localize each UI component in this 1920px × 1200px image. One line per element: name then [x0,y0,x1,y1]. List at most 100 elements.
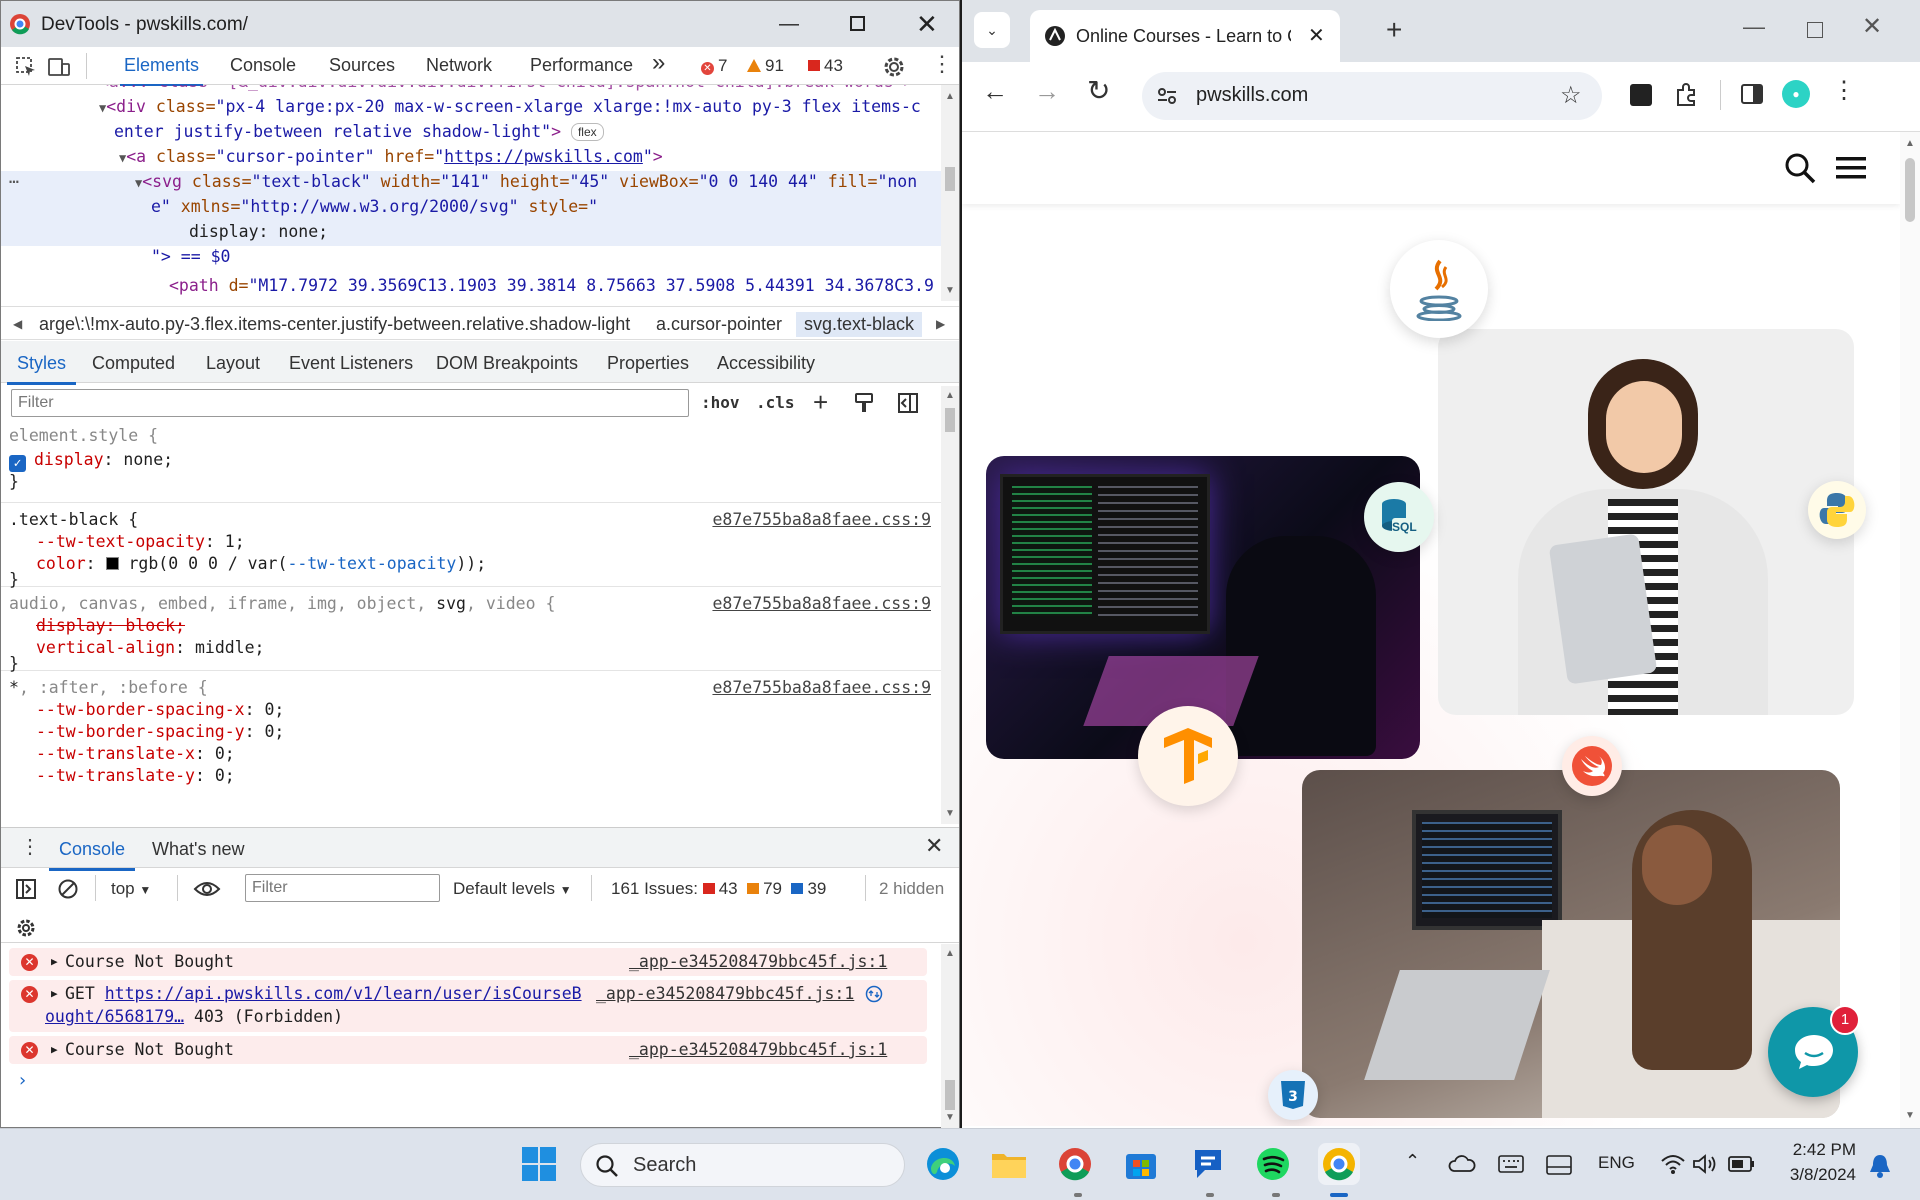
console-source-link[interactable]: _app-e345208479bbc45f.js:1 [629,1039,887,1061]
href-link[interactable]: https://pwskills.com [444,147,643,166]
context-selector[interactable]: top ▼ [111,879,151,899]
dom-line[interactable]: ▼<a class="cursor-pointer" href="https:/… [119,144,663,171]
request-url-link-cont[interactable]: ought/6568179… [45,1007,184,1026]
browser-menu-icon[interactable]: ⋮ [1832,76,1856,105]
file-explorer-icon[interactable] [988,1143,1030,1185]
tab-elements[interactable]: Elements [119,55,204,86]
breadcrumb-item[interactable]: arge\:\!mx-auto.py-3.flex.items-center.j… [39,314,630,335]
more-options-icon[interactable]: ⋮ [931,51,953,77]
new-rule-icon[interactable]: + [813,387,828,418]
breadcrumb-item-selected[interactable]: svg.text-black [796,312,923,337]
profile-avatar[interactable]: ● [1782,80,1810,108]
new-tab-button[interactable]: + [1386,14,1402,46]
console-source-link[interactable]: _app-e345208479bbc45f.js:1 [629,951,887,973]
drawer-tab-whats-new[interactable]: What's new [152,839,244,860]
chrome-taskbar-icon[interactable] [1054,1143,1096,1185]
node-actions-icon[interactable]: ⋯ [9,169,19,194]
more-tabs-button[interactable]: » [652,49,665,77]
clock-time[interactable]: 2:42 PM [1781,1140,1856,1160]
subtab-dom-breakpoints[interactable]: DOM Breakpoints [436,353,578,374]
issues-summary[interactable]: 161 Issues: 43 79 39 [611,879,826,899]
browser-maximize-button[interactable] [1807,22,1823,38]
reload-button[interactable]: ↻ [1087,74,1110,107]
request-url-link[interactable]: https://api.pwskills.com/v1/learn/user/i… [105,984,582,1003]
keyboard-icon[interactable] [1498,1155,1524,1173]
inspect-element-icon[interactable] [15,56,37,78]
console-error-row[interactable]: ✕ ▶ GET https://api.pwskills.com/v1/lear… [9,980,927,1032]
tab-performance[interactable]: Performance [530,55,633,76]
console-sidebar-icon[interactable] [15,878,37,900]
drawer-tab-console[interactable]: Console [48,839,136,871]
toggle-sidebar-icon[interactable] [897,392,919,414]
dom-line[interactable]: ▼<div class="px-4 large:px-20 max-w-scre… [99,94,921,121]
console-source-link[interactable]: _app-e345208479bbc45f.js:1 [596,983,854,1005]
console-error-row[interactable]: ✕ ▶ Course Not Bought _app-e345208479bbc… [9,1036,927,1064]
spotify-icon[interactable] [1252,1143,1294,1185]
show-hidden-icons-chevron-icon[interactable]: ⌃ [1405,1151,1420,1172]
hamburger-menu-icon[interactable] [1836,156,1866,180]
language-indicator[interactable]: ENG [1598,1153,1635,1173]
rule-source-link[interactable]: e87e755ba8a8faee.css:9 [712,677,931,699]
tab-search-button[interactable]: ⌄ [974,12,1010,48]
extension-icon[interactable] [1630,84,1652,106]
clock-date[interactable]: 3/8/2024 [1775,1165,1856,1185]
wifi-icon[interactable] [1660,1153,1686,1175]
css-declaration-overridden[interactable]: display: block; [36,615,185,637]
eye-icon[interactable] [193,879,221,899]
console-scrollbar[interactable]: ▲ ▼ [941,944,959,1128]
bookmark-star-icon[interactable]: ☆ [1560,81,1582,110]
warnings-counter[interactable]: 91 [747,56,784,76]
notification-bell-icon[interactable] [1868,1153,1892,1179]
color-swatch[interactable] [105,557,119,570]
device-toolbar-icon[interactable] [47,56,71,78]
console-error-row[interactable]: ✕ ▶ Course Not Bought _app-e345208479bbc… [9,948,927,976]
rule-source-link[interactable]: e87e755ba8a8faee.css:9 [712,593,931,615]
battery-icon[interactable] [1728,1155,1756,1173]
tab-sources[interactable]: Sources [329,55,395,76]
taskbar-search-box[interactable]: Search [580,1143,905,1187]
dom-line-selected[interactable]: ▼<svg class="text-black" width="141" hei… [135,169,917,196]
subtab-layout[interactable]: Layout [206,353,260,374]
css-declaration[interactable]: vertical-align: middle; [36,637,265,659]
console-settings-gear-icon[interactable] [15,917,37,939]
dom-line[interactable]: <path d="M17.7972 39.3569C13.1903 39.381… [169,273,934,298]
css-declaration[interactable]: --tw-border-spacing-y: 0; [36,721,284,743]
issues-counter[interactable]: 43 [808,56,843,76]
css-declaration[interactable]: color: rgb(0 0 0 / var(--tw-text-opacity… [36,553,486,575]
styles-scrollbar[interactable]: ▲ ▼ [941,386,959,824]
dom-scrollbar[interactable]: ▲ ▼ [941,85,959,301]
tab-console[interactable]: Console [230,55,296,76]
subtab-accessibility[interactable]: Accessibility [717,353,815,374]
back-button[interactable]: ← [982,76,1008,107]
checkbox-checked-icon[interactable]: ✓ [9,455,26,472]
microsoft-store-icon[interactable] [1120,1143,1162,1185]
browser-tab-active[interactable]: Online Courses - Learn to Code ✕ [1030,10,1340,62]
search-icon[interactable] [1784,152,1816,184]
browser-minimize-button[interactable]: — [1743,14,1765,40]
chrome-dev-taskbar-icon[interactable] [1318,1143,1360,1185]
site-info-icon[interactable] [1156,86,1178,106]
drawer-menu-icon[interactable]: ⋮ [20,834,40,859]
network-request-icon[interactable] [865,985,883,1003]
cls-toggle[interactable]: .cls [756,393,795,412]
address-bar[interactable]: pwskills.com ☆ [1142,72,1602,120]
css-declaration[interactable]: --tw-border-spacing-x: 0; [36,699,284,721]
forward-button[interactable]: → [1034,76,1060,107]
extensions-puzzle-icon[interactable] [1674,82,1700,108]
breadcrumb-item[interactable]: a.cursor-pointer [656,314,782,335]
console-prompt[interactable]: › [17,1070,28,1091]
chat-app-icon[interactable] [1186,1143,1228,1185]
css-declaration[interactable]: --tw-text-opacity: 1; [36,531,245,553]
log-levels-dropdown[interactable]: Default levels ▼ [453,879,572,899]
breadcrumb-scroll-left[interactable]: ◀ [13,317,22,331]
dom-line[interactable]: enter justify-between relative shadow-li… [114,119,604,144]
display-icon[interactable] [1546,1155,1572,1175]
browser-close-button[interactable]: ✕ [1862,12,1882,41]
subtab-properties[interactable]: Properties [607,353,689,374]
paint-brush-icon[interactable] [854,392,874,414]
console-filter-input[interactable]: Filter [245,874,440,902]
volume-icon[interactable] [1692,1153,1718,1175]
clear-console-icon[interactable] [57,878,79,900]
css-declaration[interactable]: --tw-translate-x: 0; [36,743,235,765]
maximize-button[interactable] [850,16,865,31]
